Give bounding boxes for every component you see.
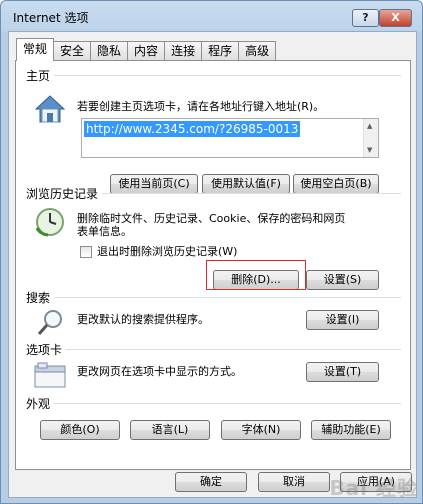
history-group: 浏览历史记录 删除临时文件、历史记录、Cookie、保存的密码和网页 表单信息。… [26, 185, 401, 313]
scroll-down-icon: ▼ [367, 146, 373, 154]
window-title: Internet 选项 [13, 11, 89, 25]
clock-icon [35, 208, 64, 237]
search-group: 搜索 更改默认的搜索提供程序。 设置(I) [26, 289, 401, 347]
fonts-button[interactable]: 字体(N) [221, 420, 301, 440]
tab-advanced[interactable]: 高级 [238, 41, 277, 61]
tab-security[interactable]: 安全 [53, 41, 92, 61]
scroll-up-icon: ▲ [367, 122, 373, 130]
highlight-box [206, 260, 306, 290]
search-label: 搜索 [26, 289, 55, 306]
homepage-url-textarea[interactable]: http://www.2345.com/?26985-0013 ▲ ▼ [81, 118, 379, 158]
delete-on-exit-label: 退出时删除浏览历史记录(W) [97, 245, 238, 258]
url-scrollbar[interactable]: ▲ ▼ [363, 119, 378, 157]
close-button[interactable]: X [379, 9, 412, 27]
use-default-button[interactable]: 使用默认值(F) [202, 174, 290, 194]
search-description: 更改默认的搜索提供程序。 [77, 313, 209, 326]
homepage-description: 若要创建主页选项卡，请在各地址行键入地址(R)。 [77, 100, 325, 113]
magnifier-icon [37, 310, 62, 335]
cancel-button[interactable]: 取消 [258, 472, 330, 492]
tab-privacy[interactable]: 隐私 [90, 41, 129, 61]
watermark: Bai 经验 [329, 476, 418, 500]
tabs-description: 更改网页在选项卡中显示的方式。 [77, 365, 242, 378]
tab-strip: 常规 安全 隐私 内容 连接 程序 高级 [16, 38, 277, 61]
appearance-label: 外观 [26, 395, 55, 412]
ok-button[interactable]: 确定 [175, 472, 247, 492]
use-blank-button[interactable]: 使用空白页(B) [293, 174, 379, 194]
tab-general[interactable]: 常规 [16, 38, 55, 61]
appearance-group: 外观 颜色(O) 语言(L) 字体(N) 辅助功能(E) [26, 395, 401, 447]
tab-content[interactable]: 内容 [127, 41, 166, 61]
history-settings-button[interactable]: 设置(S) [306, 270, 379, 290]
delete-on-exit-checkbox[interactable] [80, 246, 92, 258]
tabbed-window-icon [34, 362, 66, 388]
history-description-2: 表单信息。 [77, 225, 132, 238]
homepage-url-text: http://www.2345.com/?26985-0013 [84, 121, 301, 137]
dialog-client: 常规 安全 隐私 内容 连接 程序 高级 主页 若要创建主页选项卡，请在各地址行… [8, 31, 417, 498]
tab-programs[interactable]: 程序 [201, 41, 240, 61]
internet-options-window: Internet 选项 ? X 常规 安全 隐私 内容 连接 程序 高级 主页 … [0, 0, 423, 504]
use-current-button[interactable]: 使用当前页(C) [110, 174, 198, 194]
languages-button[interactable]: 语言(L) [130, 420, 210, 440]
history-description-1: 删除临时文件、历史记录、Cookie、保存的密码和网页 [77, 212, 346, 225]
homepage-label: 主页 [26, 67, 55, 84]
search-settings-button[interactable]: 设置(I) [306, 310, 379, 330]
home-icon [34, 95, 66, 123]
tabs-label: 选项卡 [26, 341, 67, 358]
tab-connections[interactable]: 连接 [164, 41, 203, 61]
help-button[interactable]: ? [352, 9, 379, 27]
accessibility-button[interactable]: 辅助功能(E) [311, 420, 391, 440]
tabs-settings-button[interactable]: 设置(T) [306, 362, 379, 382]
title-bar: Internet 选项 ? X [1, 1, 422, 33]
general-panel: 主页 若要创建主页选项卡，请在各地址行键入地址(R)。 http://www.2… [15, 60, 411, 470]
colors-button[interactable]: 颜色(O) [40, 420, 120, 440]
tabs-group: 选项卡 更改网页在选项卡中显示的方式。 设置(T) [26, 341, 401, 399]
history-label: 浏览历史记录 [26, 185, 103, 202]
